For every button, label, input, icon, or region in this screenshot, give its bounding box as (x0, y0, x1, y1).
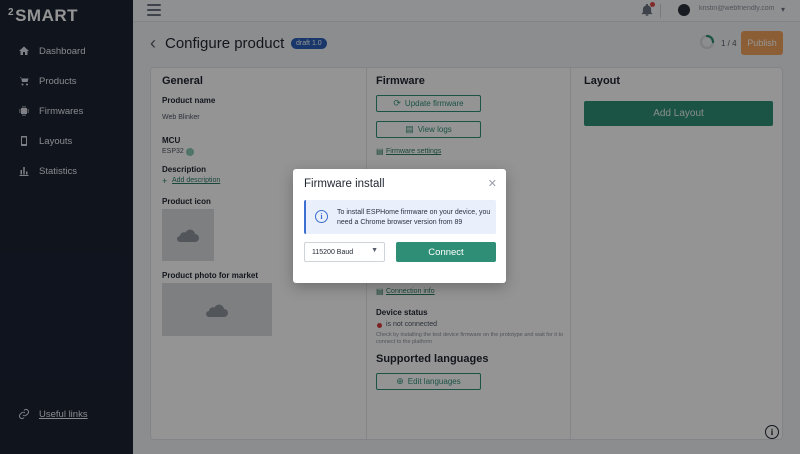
close-icon[interactable]: ✕ (488, 177, 497, 190)
info-alert: i To install ESPHome firmware on your de… (304, 200, 496, 234)
info-text: To install ESPHome firmware on your devi… (337, 209, 491, 226)
connect-button[interactable]: Connect (396, 242, 496, 262)
baud-rate-select[interactable]: 115200 Baud ▼ (304, 242, 385, 262)
info-icon: i (315, 210, 328, 223)
firmware-install-modal: Firmware install ✕ i To install ESPHome … (293, 169, 506, 283)
baud-rate-value: 115200 Baud (312, 248, 354, 256)
modal-title: Firmware install (304, 178, 385, 190)
chevron-down-icon: ▼ (371, 247, 378, 254)
